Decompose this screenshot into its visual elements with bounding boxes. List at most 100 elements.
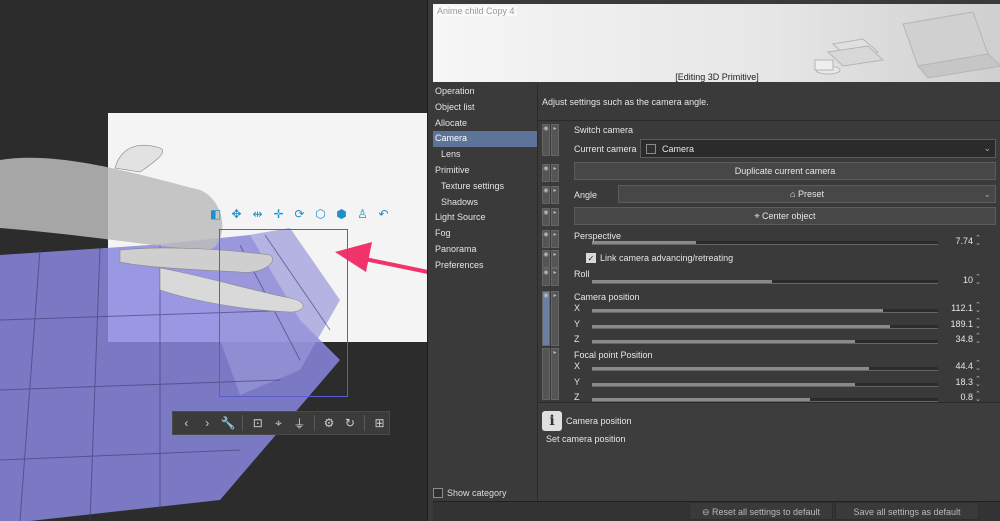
category-item[interactable]: Shadows [433, 195, 537, 211]
category-item[interactable]: Operation [433, 84, 537, 100]
category-item[interactable]: Allocate [433, 116, 537, 132]
visibility-eye-icon[interactable] [542, 348, 550, 400]
roll-slider[interactable] [592, 280, 938, 284]
axis-slider-fill [592, 340, 855, 343]
spinner-icon[interactable]: ⌃ ⌄ [975, 318, 981, 330]
expand-arrow-icon[interactable]: ▸ [551, 268, 559, 286]
perspective-slider[interactable] [592, 241, 938, 245]
rotate-xy-icon[interactable]: ⬡ [311, 205, 330, 223]
visibility-eye-icon[interactable]: ◉ [542, 268, 550, 286]
visibility-eye-icon[interactable]: ◉ [542, 164, 550, 182]
scale-icon[interactable]: ⬢ [332, 205, 351, 223]
previous-icon[interactable]: ‹ [177, 413, 196, 433]
spinner-icon[interactable]: ⌃ ⌄ [975, 360, 981, 372]
ground-icon[interactable]: ⏚ [290, 413, 309, 433]
rotate-object-icon[interactable]: ⟳ [290, 205, 309, 223]
axis-slider[interactable] [592, 340, 938, 344]
expand-arrow-icon[interactable]: ▸ [551, 208, 559, 226]
spinner-icon[interactable]: ⌃ ⌄ [975, 235, 981, 247]
spinner-icon[interactable]: ⌃ ⌄ [975, 274, 981, 286]
chevron-down-icon: ⌄ [983, 189, 991, 199]
camera-icon[interactable]: ⊡ [248, 413, 267, 433]
category-item[interactable]: Panorama [433, 242, 537, 258]
category-item[interactable]: Texture settings [433, 179, 537, 195]
panel-footer: ⊖ Reset all settings to default Save all… [433, 501, 1000, 521]
show-category-checkbox[interactable] [433, 488, 443, 498]
visibility-eye-icon[interactable]: ◉ [542, 186, 550, 204]
angle-preset-select[interactable]: ⌂ Preset ⌄ [618, 185, 996, 203]
center-icon: ⌖ [754, 211, 760, 221]
visibility-eye-icon[interactable]: ◉ [542, 230, 550, 248]
category-item[interactable]: Fog [433, 226, 537, 242]
axis-slider[interactable] [592, 367, 938, 371]
expand-arrow-icon[interactable]: ▸ [551, 164, 559, 182]
visibility-eye-icon[interactable]: ◉ [542, 291, 550, 346]
preview-area: Anime child Copy 4 [Editing 3D Primitive… [433, 4, 1000, 82]
preview-status: [Editing 3D Primitive] [675, 72, 759, 82]
link-camera-checkbox[interactable]: ✓ [586, 253, 596, 263]
pose-icon[interactable]: ♙ [353, 205, 372, 223]
duplicate-camera-button[interactable]: Duplicate current camera [574, 162, 996, 180]
link-camera-toggle[interactable]: ✓ Link camera advancing/retreating [586, 253, 733, 263]
next-icon[interactable]: › [198, 413, 217, 433]
axis-value: 18.3 [955, 376, 973, 387]
current-camera-select[interactable]: Camera ⌄ [640, 139, 996, 158]
object-bottom-toolbar: ‹ › 🔧 ⊡ ⌖ ⏚ ⚙ ↻ ⊞ [172, 411, 390, 435]
axis-label: Y [574, 376, 581, 387]
settings-content: Adjust settings such as the camera angle… [537, 84, 1000, 501]
reset-defaults-button[interactable]: ⊖ Reset all settings to default [689, 502, 833, 520]
divider [538, 120, 1000, 121]
axis-value: 44.4 [955, 361, 973, 371]
roll-label: Roll [574, 269, 590, 279]
category-item[interactable]: Camera [433, 131, 537, 148]
expand-arrow-icon[interactable]: ▸ [551, 124, 559, 156]
category-item[interactable]: Object list [433, 100, 537, 116]
transform-icon[interactable]: ⊞ [370, 413, 389, 433]
show-category-label: Show category [447, 488, 507, 498]
move-camera-icon[interactable]: ◧ [206, 205, 225, 223]
selection-box[interactable] [219, 229, 348, 397]
spinner-icon[interactable]: ⌃ ⌄ [975, 376, 981, 388]
angle-label: Angle [574, 190, 598, 200]
save-defaults-button[interactable]: Save all settings as default [835, 502, 979, 520]
spinner-icon[interactable]: ⌃ ⌄ [975, 302, 981, 314]
axis-label: X [574, 361, 581, 371]
spinner-icon[interactable]: ⌃ ⌄ [975, 333, 981, 345]
camera-color-swatch [646, 143, 656, 154]
info-icon: i [542, 411, 562, 431]
object-settings-icon[interactable]: ⚙ [320, 413, 339, 433]
expand-arrow-icon[interactable]: ▸ [551, 348, 559, 400]
axis-label: Z [574, 392, 580, 402]
undo-icon[interactable]: ↶ [374, 205, 393, 223]
spinner-icon[interactable]: ⌃ ⌄ [975, 391, 981, 403]
wrench-icon[interactable]: 🔧 [219, 413, 238, 433]
axis-slider[interactable] [592, 382, 938, 387]
category-item[interactable]: Primitive [433, 163, 537, 179]
axis-slider-fill [592, 324, 890, 328]
fit-icon[interactable]: ⌖ [269, 413, 288, 433]
rotate-icon[interactable]: ⇹ [248, 205, 267, 223]
axis-label: Y [574, 318, 581, 329]
expand-arrow-icon[interactable]: ▸ [551, 230, 559, 248]
visibility-eye-icon[interactable]: ◉ [542, 208, 550, 226]
axis-slider[interactable] [592, 309, 938, 313]
expand-arrow-icon[interactable]: ▸ [551, 250, 559, 268]
visibility-eye-icon[interactable]: ◉ [542, 250, 550, 268]
axis-slider[interactable] [592, 324, 938, 329]
toolbar-divider [242, 415, 244, 431]
move-object-icon[interactable]: ✛ [269, 205, 288, 223]
category-item[interactable]: Light Source [433, 210, 537, 226]
3d-canvas[interactable]: ◧ ✥ ⇹ ✛ ⟳ ⬡ ⬢ ♙ ↶ ‹ › 🔧 ⊡ ⌖ ⏚ ⚙ ↻ ⊞ [0, 0, 427, 521]
focal-point-heading: Focal point Position [574, 350, 653, 360]
center-object-button[interactable]: ⌖ Center object [574, 207, 996, 225]
category-list: Operation Object list Allocate Camera Lens Pr… [433, 84, 537, 501]
rotate-reset-icon[interactable]: ↻ [340, 413, 359, 433]
category-item[interactable]: Lens [433, 147, 537, 163]
toolbar-divider [313, 415, 315, 431]
expand-arrow-icon[interactable]: ▸ [551, 291, 559, 346]
visibility-eye-icon[interactable]: ◉ [542, 124, 550, 156]
category-item[interactable]: Preferences [433, 258, 537, 274]
expand-arrow-icon[interactable]: ▸ [551, 186, 559, 204]
show-category-toggle[interactable]: Show category [433, 488, 507, 498]
pan-icon[interactable]: ✥ [227, 205, 246, 223]
